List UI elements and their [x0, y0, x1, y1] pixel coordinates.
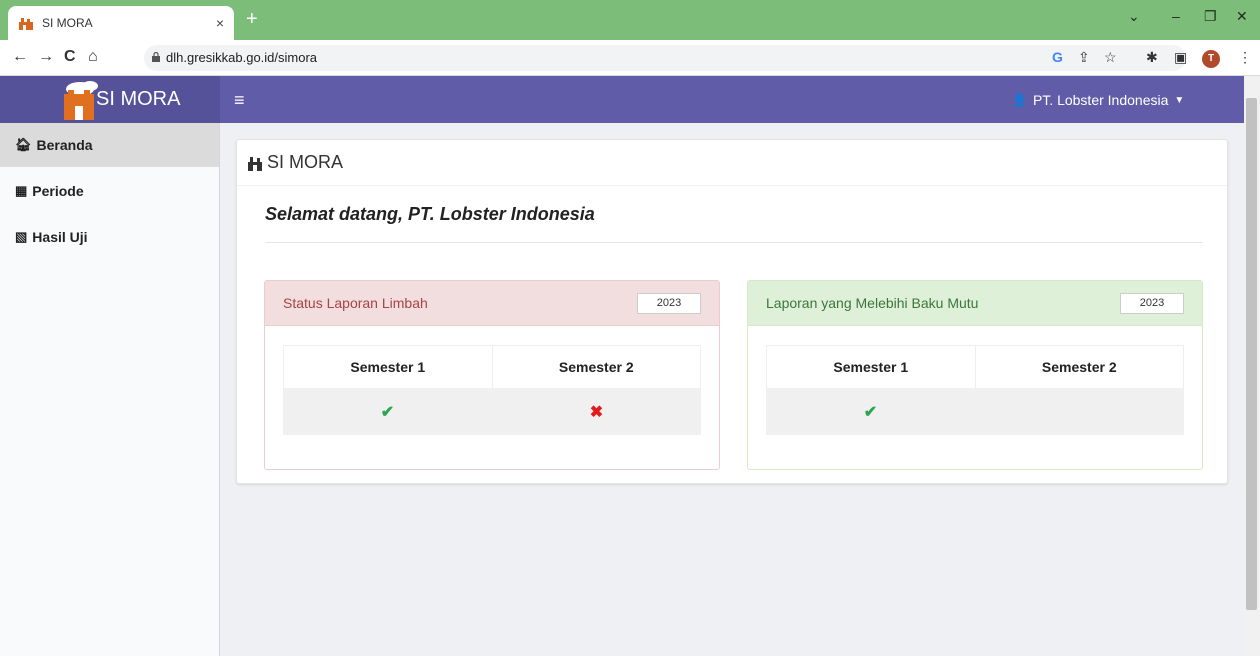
year-select[interactable]: 2023 — [637, 293, 701, 314]
extensions-icon[interactable]: ✱ — [1146, 49, 1158, 66]
check-icon: ✔ — [380, 404, 395, 421]
tab-search-icon[interactable]: ⌄ — [1128, 8, 1140, 25]
user-icon: 👤 — [1012, 93, 1027, 107]
tab-title: SI MORA — [42, 16, 93, 30]
bookmark-star-icon[interactable]: ☆ — [1104, 49, 1117, 66]
column-header: Semester 2 — [974, 346, 1184, 388]
melebihi-baku-mutu-panel: Laporan yang Melebihi Baku Mutu 2023 Sem… — [747, 280, 1203, 470]
home-icon: 🏠︎ — [15, 137, 32, 152]
panel-title: Laporan yang Melebihi Baku Mutu — [766, 295, 979, 311]
status-table: Semester 1 Semester 2 ✔ ✖ — [283, 345, 701, 435]
page-title: SI MORA — [267, 152, 344, 172]
factory-favicon-icon — [19, 18, 33, 30]
calendar-icon: ▦ — [15, 183, 28, 198]
divider — [265, 242, 1203, 243]
share-icon[interactable]: ⇪ — [1078, 49, 1090, 66]
table-row: ✔ — [766, 389, 1184, 435]
panel-header: Status Laporan Limbah 2023 — [265, 281, 719, 326]
caret-down-icon: ▼ — [1174, 94, 1185, 106]
lock-icon — [152, 52, 160, 62]
status-laporan-panel: Status Laporan Limbah 2023 Semester 1 Se… — [264, 280, 720, 470]
sidebar-item-beranda[interactable]: 🏠︎ Beranda — [0, 123, 219, 167]
side-panel-icon[interactable]: ▣ — [1174, 49, 1187, 66]
home-icon[interactable]: ⌂ — [88, 48, 98, 66]
user-menu[interactable]: 👤 PT. Lobster Indonesia ▼ — [1012, 92, 1184, 108]
new-tab-button[interactable]: + — [246, 9, 258, 29]
browser-toolbar: ← → C ⌂ dlh.gresikkab.go.id/simora G ⇪ ☆… — [0, 40, 1260, 76]
restore-icon[interactable]: ❐ — [1204, 8, 1217, 25]
check-icon: ✔ — [863, 404, 878, 421]
minimize-icon[interactable]: – — [1172, 8, 1180, 24]
brand-box[interactable]: SI MORA — [0, 76, 220, 123]
sidebar: 🏠︎ Beranda ▦ Periode ▧ Hasil Uji — [0, 123, 220, 656]
reload-icon[interactable]: C — [64, 48, 76, 66]
sidebar-toggle-icon[interactable]: ≡ — [234, 90, 245, 111]
baku-mutu-table: Semester 1 Semester 2 ✔ — [766, 345, 1184, 435]
brand-name: SI MORA — [96, 88, 181, 110]
app-header: SI MORA ≡ 👤 PT. Lobster Indonesia ▼ — [0, 76, 1244, 123]
main-box: SI MORA Selamat datang, PT. Lobster Indo… — [236, 139, 1228, 484]
scrollbar-thumb[interactable] — [1246, 98, 1257, 610]
browser-menu-icon[interactable]: ⋮ — [1238, 49, 1252, 66]
table-header-row: Semester 1 Semester 2 — [283, 345, 701, 389]
welcome-message: Selamat datang, PT. Lobster Indonesia — [265, 204, 595, 224]
sidebar-item-label: Beranda — [36, 137, 93, 153]
factory-icon — [248, 156, 262, 171]
column-header: Semester 2 — [491, 346, 701, 388]
tab-close-icon[interactable]: × — [216, 15, 224, 31]
url-text[interactable]: dlh.gresikkab.go.id/simora — [166, 50, 317, 65]
year-select[interactable]: 2023 — [1120, 293, 1184, 314]
browser-tab-bar: SI MORA × + ⌄ – ❐ ✕ — [0, 0, 1260, 40]
sidebar-item-hasil-uji[interactable]: ▧ Hasil Uji — [0, 215, 219, 259]
panel-title: Status Laporan Limbah — [283, 295, 428, 311]
window-close-icon[interactable]: ✕ — [1236, 8, 1248, 25]
column-header: Semester 1 — [350, 359, 426, 375]
table-header-row: Semester 1 Semester 2 — [766, 345, 1184, 389]
browser-tab[interactable]: SI MORA × — [8, 6, 234, 40]
user-name: PT. Lobster Indonesia — [1032, 92, 1169, 108]
sidebar-item-periode[interactable]: ▦ Periode — [0, 169, 219, 213]
panel-header: Laporan yang Melebihi Baku Mutu 2023 — [748, 281, 1202, 326]
forward-icon[interactable]: → — [38, 48, 54, 66]
back-icon[interactable]: ← — [12, 48, 28, 66]
sidebar-item-label: Hasil Uji — [32, 229, 88, 245]
column-header: Semester 1 — [833, 359, 909, 375]
table-row: ✔ ✖ — [283, 389, 701, 435]
box-header: SI MORA — [237, 140, 1227, 186]
empty-cell — [975, 389, 1184, 435]
google-icon[interactable]: G — [1052, 49, 1063, 65]
sidebar-item-label: Periode — [32, 183, 84, 199]
files-icon: ▧ — [15, 229, 28, 244]
cross-icon: ✖ — [589, 404, 604, 421]
profile-avatar[interactable]: T — [1202, 50, 1220, 68]
